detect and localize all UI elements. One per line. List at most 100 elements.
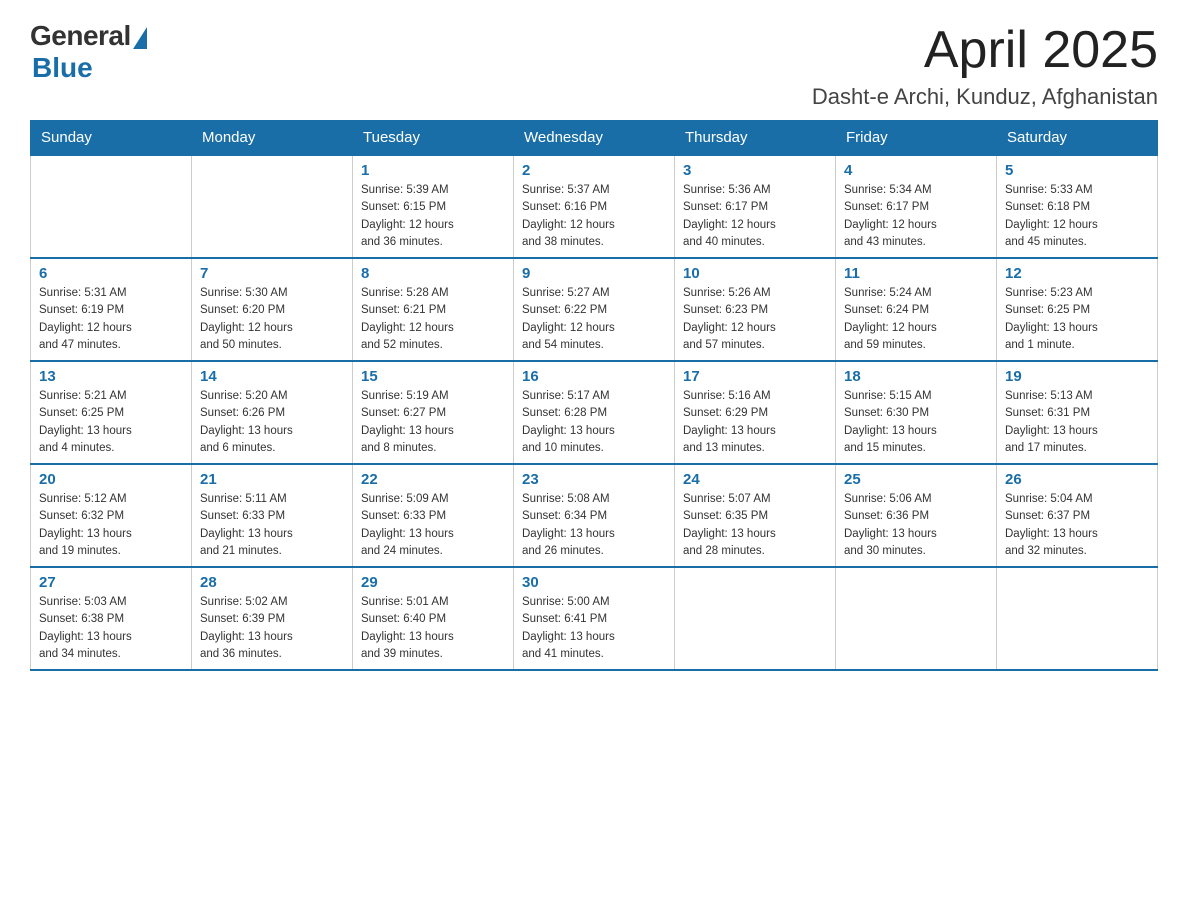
location-title: Dasht-e Archi, Kunduz, Afghanistan [812,84,1158,110]
day-info: Sunrise: 5:17 AM Sunset: 6:28 PM Dayligh… [522,388,666,457]
day-number: 22 [361,471,505,488]
table-row [192,155,353,258]
day-info: Sunrise: 5:04 AM Sunset: 6:37 PM Dayligh… [1005,491,1149,560]
page-header: General Blue April 2025 Dasht-e Archi, K… [30,20,1158,110]
logo-blue-text: Blue [32,52,93,84]
table-row: 28 Sunrise: 5:02 AM Sunset: 6:39 PM Dayli… [192,567,353,670]
day-info: Sunrise: 5:08 AM Sunset: 6:34 PM Dayligh… [522,491,666,560]
day-number: 3 [683,162,827,179]
day-info: Sunrise: 5:33 AM Sunset: 6:18 PM Dayligh… [1005,182,1149,251]
day-info: Sunrise: 5:36 AM Sunset: 6:17 PM Dayligh… [683,182,827,251]
table-row: 5 Sunrise: 5:33 AM Sunset: 6:18 PM Daylig… [997,155,1158,258]
table-row: 3 Sunrise: 5:36 AM Sunset: 6:17 PM Daylig… [675,155,836,258]
table-row: 6Sunrise: 5:31 AM Sunset: 6:19 PM Daylig… [31,258,192,361]
table-row: 7Sunrise: 5:30 AM Sunset: 6:20 PM Daylig… [192,258,353,361]
calendar-table: Sunday Monday Tuesday Wednesday Thursday… [30,120,1158,671]
day-number: 5 [1005,162,1149,179]
day-info: Sunrise: 5:11 AM Sunset: 6:33 PM Dayligh… [200,491,344,560]
table-row: 21 Sunrise: 5:11 AM Sunset: 6:33 PM Dayli… [192,464,353,567]
table-row: 9 Sunrise: 5:27 AM Sunset: 6:22 PM Daylig… [514,258,675,361]
table-row: 4 Sunrise: 5:34 AM Sunset: 6:17 PM Daylig… [836,155,997,258]
table-row: 2Sunrise: 5:37 AM Sunset: 6:16 PM Daylig… [514,155,675,258]
calendar-week-row: 1Sunrise: 5:39 AM Sunset: 6:15 PM Daylig… [31,155,1158,258]
title-section: April 2025 Dasht-e Archi, Kunduz, Afghan… [812,20,1158,110]
day-number: 18 [844,368,988,385]
day-number: 27 [39,574,183,591]
day-info: Sunrise: 5:09 AM Sunset: 6:33 PM Dayligh… [361,491,505,560]
table-row [31,155,192,258]
day-info: Sunrise: 5:21 AM Sunset: 6:25 PM Dayligh… [39,388,183,457]
col-thursday: Thursday [675,121,836,156]
table-row: 13 Sunrise: 5:21 AM Sunset: 6:25 PM Dayli… [31,361,192,464]
day-info: Sunrise: 5:34 AM Sunset: 6:17 PM Dayligh… [844,182,988,251]
day-info: Sunrise: 5:03 AM Sunset: 6:38 PM Dayligh… [39,594,183,663]
day-number: 30 [522,574,666,591]
table-row [997,567,1158,670]
calendar-week-row: 13 Sunrise: 5:21 AM Sunset: 6:25 PM Dayli… [31,361,1158,464]
table-row: 16 Sunrise: 5:17 AM Sunset: 6:28 PM Dayli… [514,361,675,464]
table-row: 27 Sunrise: 5:03 AM Sunset: 6:38 PM Dayli… [31,567,192,670]
day-info: Sunrise: 5:37 AM Sunset: 6:16 PM Dayligh… [522,182,666,251]
day-number: 9 [522,265,666,282]
day-number: 25 [844,471,988,488]
table-row: 17 Sunrise: 5:16 AM Sunset: 6:29 PM Dayli… [675,361,836,464]
day-number: 19 [1005,368,1149,385]
day-info: Sunrise: 5:20 AM Sunset: 6:26 PM Dayligh… [200,388,344,457]
day-info: Sunrise: 5:02 AM Sunset: 6:39 PM Dayligh… [200,594,344,663]
day-number: 26 [1005,471,1149,488]
col-friday: Friday [836,121,997,156]
table-row: 23 Sunrise: 5:08 AM Sunset: 6:34 PM Dayli… [514,464,675,567]
day-info: Sunrise: 5:28 AM Sunset: 6:21 PM Dayligh… [361,285,505,354]
table-row: 30 Sunrise: 5:00 AM Sunset: 6:41 PM Dayli… [514,567,675,670]
day-number: 11 [844,265,988,282]
day-info: Sunrise: 5:06 AM Sunset: 6:36 PM Dayligh… [844,491,988,560]
day-number: 14 [200,368,344,385]
calendar-header-row: Sunday Monday Tuesday Wednesday Thursday… [31,121,1158,156]
table-row: 18Sunrise: 5:15 AM Sunset: 6:30 PM Dayli… [836,361,997,464]
table-row [675,567,836,670]
day-number: 15 [361,368,505,385]
logo-general-text: General [30,20,131,52]
day-number: 8 [361,265,505,282]
day-info: Sunrise: 5:13 AM Sunset: 6:31 PM Dayligh… [1005,388,1149,457]
col-saturday: Saturday [997,121,1158,156]
day-info: Sunrise: 5:19 AM Sunset: 6:27 PM Dayligh… [361,388,505,457]
day-info: Sunrise: 5:24 AM Sunset: 6:24 PM Dayligh… [844,285,988,354]
table-row: 15 Sunrise: 5:19 AM Sunset: 6:27 PM Dayli… [353,361,514,464]
day-number: 13 [39,368,183,385]
table-row: 22 Sunrise: 5:09 AM Sunset: 6:33 PM Dayli… [353,464,514,567]
day-number: 12 [1005,265,1149,282]
day-number: 17 [683,368,827,385]
day-info: Sunrise: 5:27 AM Sunset: 6:22 PM Dayligh… [522,285,666,354]
day-info: Sunrise: 5:30 AM Sunset: 6:20 PM Dayligh… [200,285,344,354]
logo-triangle-icon [133,27,147,49]
day-number: 24 [683,471,827,488]
day-number: 1 [361,162,505,179]
table-row: 29Sunrise: 5:01 AM Sunset: 6:40 PM Dayli… [353,567,514,670]
table-row: 8 Sunrise: 5:28 AM Sunset: 6:21 PM Daylig… [353,258,514,361]
day-info: Sunrise: 5:26 AM Sunset: 6:23 PM Dayligh… [683,285,827,354]
month-title: April 2025 [812,20,1158,80]
col-monday: Monday [192,121,353,156]
calendar-week-row: 27 Sunrise: 5:03 AM Sunset: 6:38 PM Dayli… [31,567,1158,670]
day-number: 21 [200,471,344,488]
day-number: 4 [844,162,988,179]
day-info: Sunrise: 5:12 AM Sunset: 6:32 PM Dayligh… [39,491,183,560]
table-row: 14 Sunrise: 5:20 AM Sunset: 6:26 PM Dayli… [192,361,353,464]
day-info: Sunrise: 5:00 AM Sunset: 6:41 PM Dayligh… [522,594,666,663]
day-number: 6 [39,265,183,282]
table-row: 19 Sunrise: 5:13 AM Sunset: 6:31 PM Dayli… [997,361,1158,464]
day-number: 16 [522,368,666,385]
day-info: Sunrise: 5:23 AM Sunset: 6:25 PM Dayligh… [1005,285,1149,354]
table-row [836,567,997,670]
logo: General Blue [30,20,147,84]
calendar-week-row: 20 Sunrise: 5:12 AM Sunset: 6:32 PM Dayli… [31,464,1158,567]
table-row: 10Sunrise: 5:26 AM Sunset: 6:23 PM Dayli… [675,258,836,361]
day-info: Sunrise: 5:16 AM Sunset: 6:29 PM Dayligh… [683,388,827,457]
day-number: 20 [39,471,183,488]
day-info: Sunrise: 5:07 AM Sunset: 6:35 PM Dayligh… [683,491,827,560]
day-number: 23 [522,471,666,488]
day-number: 28 [200,574,344,591]
day-number: 29 [361,574,505,591]
table-row: 11 Sunrise: 5:24 AM Sunset: 6:24 PM Dayli… [836,258,997,361]
